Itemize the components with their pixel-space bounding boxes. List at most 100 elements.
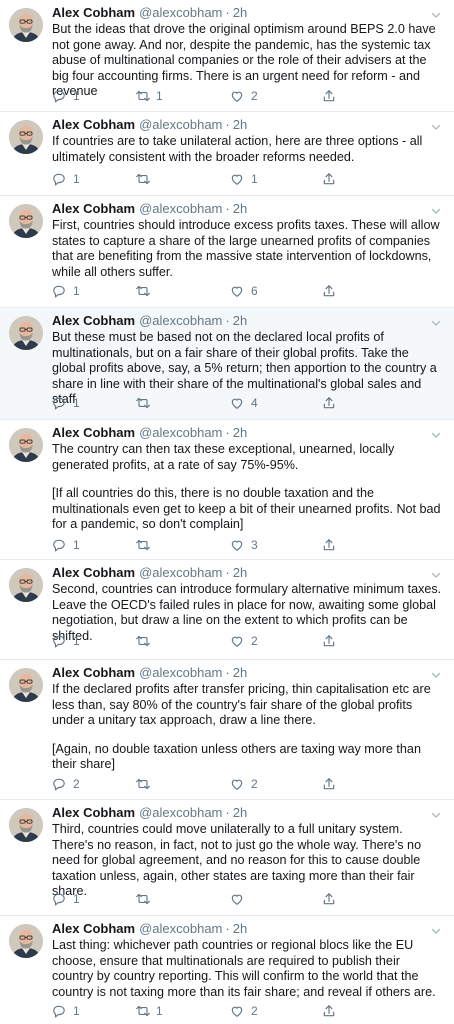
author-handle[interactable]: @alexcobham — [139, 665, 222, 680]
avatar-photo — [9, 924, 43, 958]
share-button[interactable] — [322, 88, 336, 104]
avatar[interactable] — [9, 808, 43, 842]
tweet[interactable]: Alex Cobham @alexcobham · 2h Second, countr… — [0, 560, 454, 660]
share-button[interactable] — [322, 395, 336, 411]
share-icon — [322, 284, 336, 298]
retweet-button[interactable] — [135, 776, 156, 792]
avatar[interactable] — [9, 8, 43, 42]
tweet-paragraph: Third, countries could move unilaterally… — [52, 822, 422, 899]
share-button[interactable] — [322, 537, 336, 553]
reply-count: 1 — [73, 284, 80, 298]
retweet-button[interactable] — [135, 891, 156, 907]
reply-button[interactable]: 1 — [52, 633, 80, 649]
avatar[interactable] — [9, 924, 43, 958]
reply-button[interactable]: 2 — [52, 776, 80, 792]
retweet-button[interactable] — [135, 171, 156, 187]
author-handle[interactable]: @alexcobham — [139, 117, 222, 132]
author-handle[interactable]: @alexcobham — [139, 313, 222, 328]
retweet-button[interactable] — [135, 283, 156, 299]
avatar-photo — [9, 808, 43, 842]
share-button[interactable] — [322, 283, 336, 299]
author-name[interactable]: Alex Cobham — [52, 313, 135, 328]
retweet-button[interactable]: 1 — [135, 88, 163, 104]
tweet[interactable]: Alex Cobham @alexcobham · 2h But the ideas … — [0, 0, 454, 112]
avatar[interactable] — [9, 428, 43, 462]
avatar[interactable] — [9, 204, 43, 238]
reply-button[interactable]: 1 — [52, 891, 80, 907]
timestamp[interactable]: 2h — [233, 565, 247, 580]
tweet-header: Alex Cobham @alexcobham · 2h — [52, 117, 247, 133]
retweet-button[interactable] — [135, 537, 156, 553]
avatar[interactable] — [9, 120, 43, 154]
author-handle[interactable]: @alexcobham — [139, 805, 222, 820]
tweet[interactable]: Alex Cobham @alexcobham · 2h First, countri… — [0, 196, 454, 308]
avatar-photo — [9, 568, 43, 602]
like-button[interactable]: 6 — [230, 283, 258, 299]
author-name[interactable]: Alex Cobham — [52, 565, 135, 580]
like-button[interactable]: 2 — [230, 633, 258, 649]
author-handle[interactable]: @alexcobham — [139, 201, 222, 216]
share-button[interactable] — [322, 776, 336, 792]
share-button[interactable] — [322, 1003, 336, 1019]
share-button[interactable] — [322, 891, 336, 907]
reply-icon — [52, 396, 66, 410]
avatar[interactable] — [9, 316, 43, 350]
share-icon — [322, 1004, 336, 1018]
separator-dot: · — [225, 117, 230, 132]
timestamp[interactable]: 2h — [233, 425, 247, 440]
retweet-button[interactable]: 1 — [135, 1003, 163, 1019]
author-name[interactable]: Alex Cobham — [52, 665, 135, 680]
reply-button[interactable]: 1 — [52, 395, 80, 411]
tweet[interactable]: Alex Cobham @alexcobham · 2h Third, countri… — [0, 800, 454, 916]
author-name[interactable]: Alex Cobham — [52, 425, 135, 440]
like-button[interactable]: 2 — [230, 1003, 258, 1019]
avatar[interactable] — [9, 668, 43, 702]
heart-icon — [230, 284, 244, 298]
author-name[interactable]: Alex Cobham — [52, 117, 135, 132]
tweet[interactable]: Alex Cobham @alexcobham · 2h If countries a… — [0, 112, 454, 196]
timestamp[interactable]: 2h — [233, 117, 247, 132]
author-handle[interactable]: @alexcobham — [139, 5, 222, 20]
like-button[interactable]: 4 — [230, 395, 258, 411]
heart-icon — [230, 396, 244, 410]
reply-icon — [52, 89, 66, 103]
like-count: 4 — [251, 396, 258, 410]
like-button[interactable]: 1 — [230, 171, 258, 187]
reply-button[interactable]: 1 — [52, 171, 80, 187]
share-button[interactable] — [322, 171, 336, 187]
author-handle[interactable]: @alexcobham — [139, 921, 222, 936]
reply-button[interactable]: 1 — [52, 283, 80, 299]
retweet-icon — [135, 634, 150, 648]
timestamp[interactable]: 2h — [233, 805, 247, 820]
timestamp[interactable]: 2h — [233, 201, 247, 216]
author-name[interactable]: Alex Cobham — [52, 5, 135, 20]
retweet-button[interactable] — [135, 633, 156, 649]
tweet[interactable]: Alex Cobham @alexcobham · 2h But these must… — [0, 308, 454, 420]
timestamp[interactable]: 2h — [233, 313, 247, 328]
timestamp[interactable]: 2h — [233, 5, 247, 20]
reply-button[interactable]: 1 — [52, 537, 80, 553]
separator-dot: · — [225, 565, 230, 580]
retweet-button[interactable] — [135, 395, 156, 411]
like-button[interactable]: 2 — [230, 88, 258, 104]
share-icon — [322, 89, 336, 103]
author-name[interactable]: Alex Cobham — [52, 921, 135, 936]
tweet[interactable]: Alex Cobham @alexcobham · 2h The country ca… — [0, 420, 454, 560]
tweet[interactable]: Alex Cobham @alexcobham · 2h If the declare… — [0, 660, 454, 800]
tweet[interactable]: Alex Cobham @alexcobham · 2h Last thing: wh… — [0, 916, 454, 1024]
timestamp[interactable]: 2h — [233, 921, 247, 936]
author-handle[interactable]: @alexcobham — [139, 565, 222, 580]
author-handle[interactable]: @alexcobham — [139, 425, 222, 440]
reply-button[interactable]: 1 — [52, 88, 80, 104]
avatar[interactable] — [9, 568, 43, 602]
share-button[interactable] — [322, 633, 336, 649]
author-name[interactable]: Alex Cobham — [52, 805, 135, 820]
like-button[interactable]: 3 — [230, 537, 258, 553]
like-button[interactable] — [230, 891, 251, 907]
timestamp[interactable]: 2h — [233, 665, 247, 680]
like-button[interactable]: 2 — [230, 776, 258, 792]
tweet-text: Third, countries could move unilaterally… — [52, 822, 442, 900]
author-name[interactable]: Alex Cobham — [52, 201, 135, 216]
like-count: 3 — [251, 538, 258, 552]
reply-button[interactable]: 1 — [52, 1003, 80, 1019]
